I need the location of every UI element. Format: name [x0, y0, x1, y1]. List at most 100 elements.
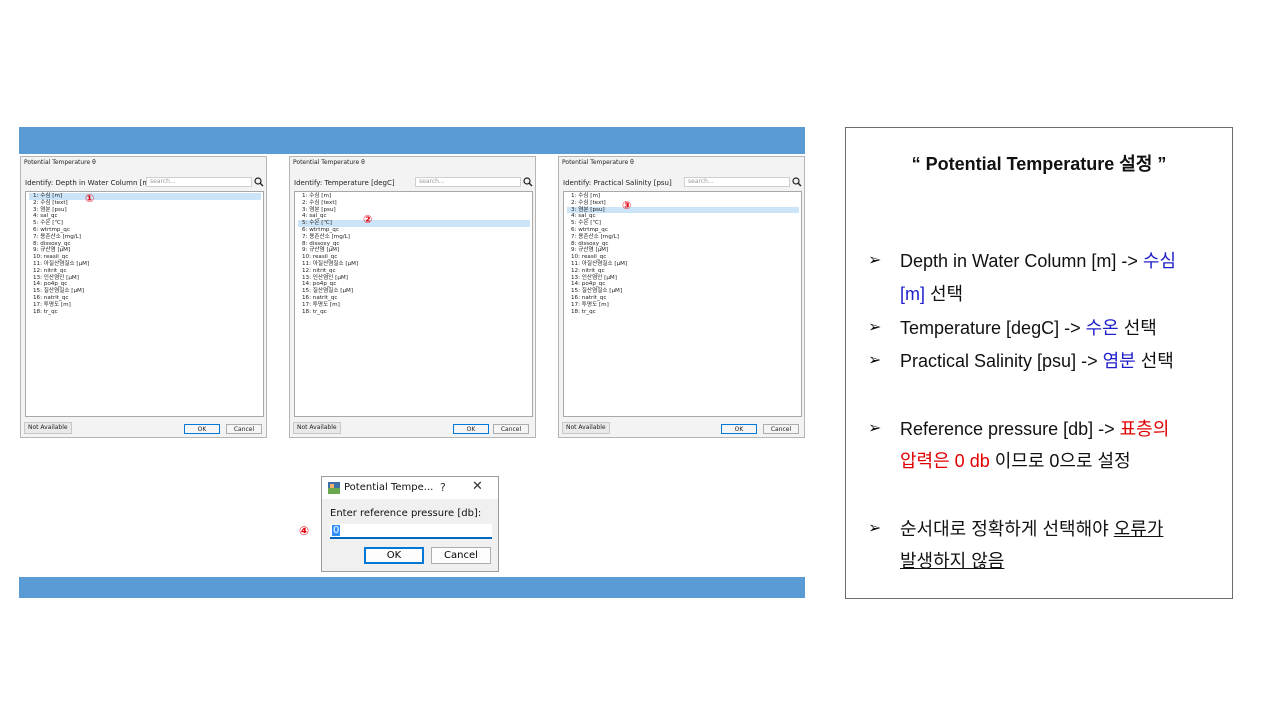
list-item[interactable]: 2: 수심 [text]	[29, 200, 261, 207]
list-item[interactable]: 17: 투명도 [m]	[29, 302, 261, 309]
list-item[interactable]: 13: 인산염인 [μM]	[298, 275, 530, 282]
reference-pressure-dialog: Potential Tempe... ? ✕ Enter reference p…	[321, 476, 499, 572]
list-item[interactable]: 1: 수심 [m]	[567, 193, 799, 200]
column-list[interactable]: 1: 수심 [m] 2: 수심 [text] 3: 염분 [psu] 4: sa…	[563, 191, 802, 417]
search-icon[interactable]	[254, 177, 264, 187]
cancel-button[interactable]: Cancel	[226, 424, 262, 434]
not-available-button[interactable]: Not Available	[24, 422, 72, 434]
top-band	[19, 127, 805, 154]
step-marker-3: ③	[622, 199, 632, 212]
list-item[interactable]: 17: 투명도 [m]	[298, 302, 530, 309]
list-item[interactable]: 6: wtrtmp_qc	[567, 227, 799, 234]
list-item[interactable]: 3: 염분 [psu]	[29, 207, 261, 214]
list-item[interactable]: 5: 수온 [℃]	[29, 220, 261, 227]
list-item[interactable]: 2: 수심 [text]	[567, 200, 799, 207]
list-item[interactable]: 13: 인산염인 [μM]	[567, 275, 799, 282]
column-list[interactable]: 1: 수심 [m] 2: 수심 [text] 3: 염분 [psu] 4: sa…	[294, 191, 533, 417]
list-item[interactable]: 16: natrit_qc	[29, 295, 261, 302]
list-item[interactable]: 9: 규산염 [μM]	[29, 247, 261, 254]
ok-button[interactable]: OK	[721, 424, 757, 434]
list-item[interactable]: 1: 수심 [m]	[29, 193, 261, 200]
list-item[interactable]: 15: 질산염질소 [μM]	[298, 288, 530, 295]
list-item[interactable]: 10: reasil_qc	[298, 254, 530, 261]
cancel-button[interactable]: Cancel	[763, 424, 799, 434]
list-item[interactable]: 13: 인산염인 [μM]	[29, 275, 261, 282]
search-icon[interactable]	[523, 177, 533, 187]
not-available-button[interactable]: Not Available	[562, 422, 610, 434]
list-item[interactable]: 18: tr_qc	[298, 309, 530, 316]
list-item[interactable]: 3: 염분 [psu]	[567, 206, 799, 214]
list-item[interactable]: 12: nitrit_qc	[298, 268, 530, 275]
list-item[interactable]: 18: tr_qc	[29, 309, 261, 316]
list-item[interactable]: 17: 투명도 [m]	[567, 302, 799, 309]
list-item[interactable]: 10: reasil_qc	[567, 254, 799, 261]
list-item[interactable]: 5: 수온 [℃]	[298, 220, 530, 227]
list-item[interactable]: 9: 규산염 [μM]	[298, 247, 530, 254]
step-pressure-text: Reference pressure [db] -> 표층의	[900, 419, 1170, 439]
ok-button[interactable]: OK	[364, 547, 424, 564]
search-input[interactable]: search...	[684, 177, 790, 187]
search-input[interactable]: search...	[146, 177, 252, 187]
list-item[interactable]: 16: natrit_qc	[567, 295, 799, 302]
step-depth-text: Depth in Water Column [m] -> 수심	[900, 251, 1177, 271]
dialog-title: Potential Temperature θ	[562, 159, 634, 166]
bullet-arrow-icon: ➢	[868, 350, 882, 369]
search-input[interactable]: search...	[415, 177, 521, 187]
ok-button[interactable]: OK	[184, 424, 220, 434]
list-item[interactable]: 12: nitrit_qc	[29, 268, 261, 275]
list-item[interactable]: 7: 용존산소 [mg/L]	[298, 234, 530, 241]
column-list[interactable]: 1: 수심 [m] 2: 수심 [text] 3: 염분 [psu] 4: sa…	[25, 191, 264, 417]
cancel-button[interactable]: Cancel	[493, 424, 529, 434]
list-item[interactable]: 5: 수온 [℃]	[567, 220, 799, 227]
list-item[interactable]: 15: 질산염질소 [μM]	[567, 288, 799, 295]
help-icon[interactable]: ?	[440, 481, 446, 494]
identify-label: Identify: Practical Salinity [psu]	[563, 179, 672, 187]
list-item[interactable]: 2: 수심 [text]	[298, 200, 530, 207]
instructions-box: “ Potential Temperature 설정 ” ➢ Depth in …	[845, 127, 1233, 599]
list-item[interactable]: 10: reasil_qc	[29, 254, 261, 261]
list-item[interactable]: 11: 아질산염질소 [μM]	[29, 261, 261, 268]
list-item[interactable]: 9: 규산염 [μM]	[567, 247, 799, 254]
step-marker-1: ①	[85, 192, 95, 205]
bullet-arrow-icon: ➢	[868, 518, 882, 537]
step-depth-text-cont: [m] 선택	[900, 284, 964, 304]
step-salinity-text: Practical Salinity [psu] -> 염분 선택	[900, 351, 1174, 371]
list-item[interactable]: 11: 아질산염질소 [μM]	[567, 261, 799, 268]
pressure-label: Enter reference pressure [db]:	[330, 508, 482, 519]
list-item[interactable]: 4: sal_qc	[29, 213, 261, 220]
screenshot-panel: Potential Temperature θ Identify: Depth …	[19, 127, 805, 598]
step-pressure-text-cont: 압력은 0 db 이므로 0으로 설정	[900, 451, 1131, 471]
app-icon	[328, 482, 340, 494]
identify-dialog-temperature: Potential Temperature θ Identify: Temper…	[289, 156, 536, 438]
list-item[interactable]: 6: wtrtmp_qc	[298, 227, 530, 234]
identify-label: Identify: Depth in Water Column [m]	[25, 179, 152, 187]
list-item[interactable]: 4: sal_qc	[298, 213, 530, 220]
bottom-band	[19, 577, 805, 598]
list-item[interactable]: 15: 질산염질소 [μM]	[29, 288, 261, 295]
identify-dialog-salinity: Potential Temperature θ Identify: Practi…	[558, 156, 805, 438]
bullet-arrow-icon: ➢	[868, 418, 882, 437]
ok-button[interactable]: OK	[453, 424, 489, 434]
list-item[interactable]: 18: tr_qc	[567, 309, 799, 316]
search-icon[interactable]	[792, 177, 802, 187]
list-item[interactable]: 16: natrit_qc	[298, 295, 530, 302]
list-item[interactable]: 11: 아질산염질소 [μM]	[298, 261, 530, 268]
identify-label: Identify: Temperature [degC]	[294, 179, 395, 187]
warning-text-cont: 발생하지 않음	[900, 551, 1005, 571]
list-item[interactable]: 12: nitrit_qc	[567, 268, 799, 275]
warning-text: 순서대로 정확하게 선택해야 오류가	[900, 519, 1164, 539]
bullet-arrow-icon: ➢	[868, 250, 882, 269]
list-item[interactable]: 7: 용존산소 [mg/L]	[29, 234, 261, 241]
list-item[interactable]: 1: 수심 [m]	[298, 193, 530, 200]
list-item[interactable]: 7: 용존산소 [mg/L]	[567, 234, 799, 241]
not-available-button[interactable]: Not Available	[293, 422, 341, 434]
cancel-button[interactable]: Cancel	[431, 547, 491, 564]
titlebar: Potential Tempe... ? ✕	[322, 477, 498, 499]
list-item[interactable]: 6: wtrtmp_qc	[29, 227, 261, 234]
pressure-input[interactable]: 0	[330, 524, 492, 539]
close-icon[interactable]: ✕	[472, 479, 483, 494]
list-item[interactable]: 4: sal_qc	[567, 213, 799, 220]
step-temperature-text: Temperature [degC] -> 수온 선택	[900, 318, 1157, 338]
list-item[interactable]: 3: 염분 [psu]	[298, 207, 530, 214]
step-marker-4: ④	[299, 524, 310, 538]
